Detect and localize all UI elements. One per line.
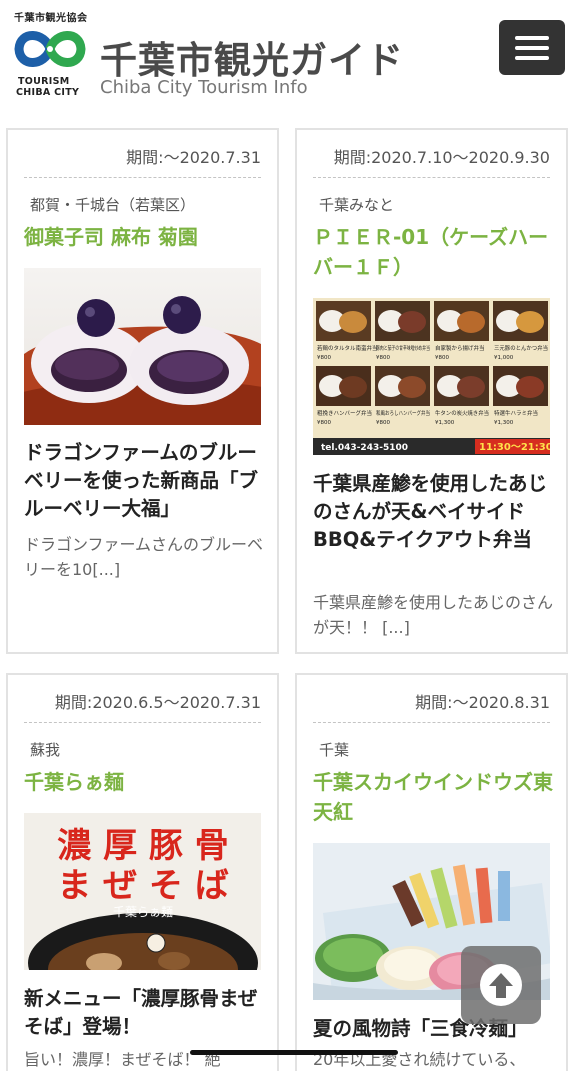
event-title-link[interactable]: 新メニュー「濃厚豚骨まぜそば」登場！: [24, 985, 267, 1041]
logo-chiba-city-text: CHIBA CITY: [16, 87, 80, 98]
event-card[interactable]: 期間:2020.6.5〜2020.7.31 蘇我 千葉らぁ麺 濃 厚 豚 骨 ま…: [6, 673, 279, 1071]
event-period: 期間:2020.6.5〜2020.7.31: [54, 693, 261, 712]
event-title-link[interactable]: 千葉県産鯵を使用したあじのさんが天&ベイサイドBBQ&テイクアウト弁当: [313, 470, 556, 554]
hamburger-menu-icon-bar: [515, 46, 549, 50]
mazesoba-poster: 濃 厚 豚 骨 ま ぜ そ ば 千葉らぁ麺: [24, 813, 261, 970]
back-to-top-button[interactable]: [461, 946, 541, 1024]
bento-item-name: 特選牛ハラミ弁当: [494, 409, 538, 417]
tourism-logo-icon[interactable]: [14, 24, 86, 74]
bento-item-name: 粗挽きハンバーグ弁当: [317, 409, 372, 417]
event-excerpt: 千葉県産鯵を使用したあじのさんが天！！ [...]: [313, 593, 554, 637]
event-card[interactable]: 期間:〜2020.7.31 都賀・千城台（若葉区） 御菓子司 麻布 菊園 ドラゴ…: [6, 128, 279, 654]
bento-tel: tel.043-243-5100: [321, 443, 408, 453]
divider: [24, 722, 261, 723]
event-excerpt: ドラゴンファームさんのブルーベリーを10[...]: [24, 535, 264, 579]
site-subtitle: Chiba City Tourism Info: [100, 77, 308, 98]
event-area: 千葉: [319, 741, 350, 759]
event-area: 千葉みなと: [319, 196, 395, 214]
poster-line-2: ま ぜ そ ば: [57, 866, 229, 906]
bento-item-name: 豚肉と茄子の甘辛味噌炒め弁当: [376, 344, 430, 352]
arrow-up-icon: [480, 964, 522, 1006]
bento-hours: 11:30〜21:30: [479, 442, 550, 453]
divider: [313, 722, 550, 723]
hamburger-menu-icon: [515, 36, 549, 40]
poster-line-1: 濃 厚 豚 骨: [57, 826, 229, 866]
association-label: 千葉市観光協会: [14, 13, 88, 24]
logo-tourism-text: TOURISM: [18, 76, 70, 87]
bento-item-price: ¥800: [376, 355, 390, 361]
bento-item-name: 和風おろしハンバーグ弁当: [376, 409, 430, 417]
event-period: 期間:2020.7.10〜2020.9.30: [333, 148, 550, 167]
divider: [24, 177, 261, 178]
bento-item-price: ¥800: [435, 355, 449, 361]
bento-menu-photo[interactable]: 若鶏のタルタル南蛮弁当 ¥800 豚肉と茄子の甘辛味噌炒め弁当 ¥800 自家製…: [313, 298, 550, 455]
bento-item-name: 若鶏のタルタル南蛮弁当: [317, 344, 378, 352]
shop-name-link[interactable]: ＰＩＥＲ-01（ケーズハーバー１Ｆ）: [313, 222, 556, 282]
poster-brand: 千葉らぁ麺: [113, 905, 173, 919]
bento-item-name: 牛タンの炭火焼き弁当: [435, 409, 489, 417]
home-indicator[interactable]: [190, 1050, 398, 1055]
shop-name-link[interactable]: 千葉らぁ麺: [24, 767, 267, 797]
bento-item-price: ¥1,300: [494, 420, 514, 426]
hamburger-menu-icon-bar: [515, 56, 549, 60]
bento-item-price: ¥800: [376, 420, 390, 426]
bento-item-price: ¥800: [317, 420, 331, 426]
event-title-link[interactable]: ドラゴンファームのブルーベリーを使った新商品「ブルーベリー大福」: [24, 439, 267, 523]
event-period: 期間:〜2020.8.31: [415, 693, 550, 712]
bento-item-price: ¥1,300: [435, 420, 455, 426]
menu-button[interactable]: [499, 20, 565, 75]
site-title[interactable]: 千葉市観光ガイド: [100, 30, 404, 84]
mazesoba-photo[interactable]: 濃 厚 豚 骨 ま ぜ そ ば 千葉らぁ麺: [24, 813, 261, 970]
divider: [313, 177, 550, 178]
bento-item-name: 自家製から揚げ弁当: [435, 344, 485, 352]
shop-name-link[interactable]: 千葉スカイウインドウズ東天紅: [313, 767, 556, 827]
bento-item-price: ¥1,000: [494, 355, 514, 361]
event-area: 都賀・千城台（若葉区）: [30, 196, 196, 214]
event-card[interactable]: 期間:2020.7.10〜2020.9.30 千葉みなと ＰＩＥＲ-01（ケーズ…: [295, 128, 568, 654]
bento-menu-grid: 若鶏のタルタル南蛮弁当 ¥800 豚肉と茄子の甘辛味噌炒め弁当 ¥800 自家製…: [313, 298, 550, 455]
event-period: 期間:〜2020.7.31: [126, 148, 261, 167]
blueberry-daifuku-photo[interactable]: [24, 268, 261, 425]
bento-item-name: 三元豚のとんかつ弁当: [494, 344, 548, 352]
bento-item-price: ¥800: [317, 355, 331, 361]
event-area: 蘇我: [30, 741, 61, 759]
daifuku-illustration: [24, 268, 261, 425]
site-header: 千葉市観光協会 TOURISM CHIBA CITY 千葉市観光ガイド Chib…: [0, 0, 574, 110]
shop-name-link[interactable]: 御菓子司 麻布 菊園: [24, 222, 267, 252]
